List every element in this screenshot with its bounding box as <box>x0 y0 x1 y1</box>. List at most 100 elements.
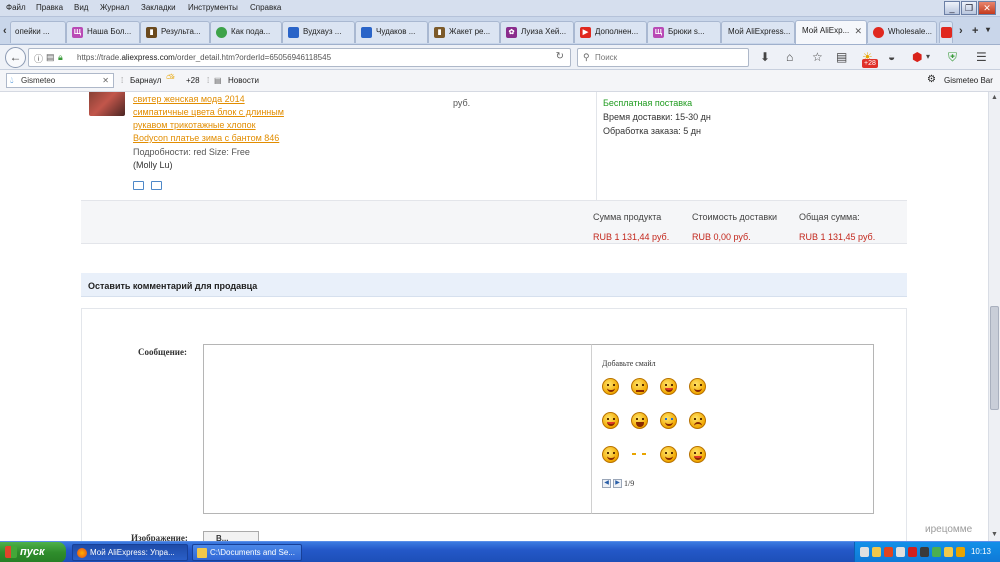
tray-icon[interactable] <box>932 547 941 557</box>
tab-scroll-left-icon[interactable]: ‹ <box>3 25 7 37</box>
tray-icon[interactable] <box>908 547 917 557</box>
tab-close-icon[interactable]: ✕ <box>854 21 862 41</box>
tray-icon[interactable] <box>872 547 881 557</box>
menu-help[interactable]: Справка <box>250 3 281 12</box>
adblock-icon[interactable]: ⬢ <box>912 50 922 64</box>
menu-file[interactable]: Файл <box>6 3 26 12</box>
product-thumbnail[interactable] <box>89 92 125 116</box>
separator-icon: ⁞ <box>207 76 210 85</box>
windows-taskbar: пуск Мой AliExpress: Упра... C:\Document… <box>0 541 1000 562</box>
tab-item[interactable]: ▮ Результа... <box>140 21 210 43</box>
minimize-icon[interactable]: _ <box>944 1 960 15</box>
tray-icon[interactable] <box>920 547 929 557</box>
message-icon[interactable] <box>151 181 162 190</box>
chevron-down-icon[interactable]: ▾ <box>926 50 930 64</box>
info-icon[interactable]: ⓘ <box>34 52 43 65</box>
reading-list-icon[interactable]: ▤ <box>836 50 847 64</box>
plugin-icon[interactable]: ▤ <box>46 52 55 63</box>
search-input[interactable] <box>595 51 745 64</box>
tab-item[interactable]: ▶ Дополнен... <box>574 21 647 43</box>
smiley-icon[interactable] <box>689 446 706 463</box>
gismeteo-toolbar: 💧︎ Gismeteo ✕ ⁞ Барнаул ⛅︎ +28 ⁞ ▤ Новос… <box>0 70 1000 92</box>
tab-item[interactable] <box>939 21 953 43</box>
menu-tools[interactable]: Инструменты <box>188 3 238 12</box>
smiley-icon[interactable] <box>631 446 648 463</box>
vertical-scrollbar[interactable]: ▲ ▼ <box>988 92 1000 541</box>
smiley-icon[interactable] <box>660 378 677 395</box>
new-tab-icon[interactable]: + <box>972 25 978 37</box>
tab-item[interactable]: ✿ Луиза Хей... <box>500 21 574 43</box>
hamburger-menu-icon[interactable]: ☰ <box>976 50 987 64</box>
tab-item[interactable]: Щ Наша Бол... <box>66 21 140 43</box>
smiley-icon[interactable] <box>631 378 648 395</box>
tab-item[interactable]: Как пода... <box>210 21 282 43</box>
tray-icon[interactable] <box>944 547 953 557</box>
scroll-thumb[interactable] <box>990 306 999 410</box>
url-text[interactable]: https://trade.aliexpress.com/order_detai… <box>77 53 331 62</box>
scroll-down-icon[interactable]: ▼ <box>989 529 1000 541</box>
tab-item[interactable]: опейки ... <box>10 21 66 43</box>
scroll-up-icon[interactable]: ▲ <box>989 92 1000 104</box>
back-arrow-icon[interactable]: ← <box>5 47 26 68</box>
product-title-link[interactable]: симпатичные цвета блок с длинным <box>133 107 284 117</box>
menu-bookmarks[interactable]: Закладки <box>141 3 176 12</box>
page-content: свитер женская мода 2014 симпатичные цве… <box>0 92 988 541</box>
news-icon: ▤ <box>214 76 222 85</box>
menu-history[interactable]: Журнал <box>100 3 129 12</box>
tab-item[interactable]: Щ Брюки s... <box>647 21 721 43</box>
separator-icon: ⁞ <box>121 76 124 85</box>
gismeteo-bar-label[interactable]: Gismeteo Bar <box>944 76 993 85</box>
gismeteo-select[interactable]: 💧︎ Gismeteo ✕ <box>6 73 114 88</box>
product-title-link[interactable]: рукавом трикотажные хлопок <box>133 120 256 130</box>
smiley-icon[interactable] <box>689 412 706 429</box>
tab-label: Брюки s... <box>668 27 705 36</box>
tab-item[interactable]: ▮ Жакет ре... <box>428 21 500 43</box>
clear-icon[interactable]: ✕ <box>102 74 109 87</box>
gear-icon[interactable]: ⚙ <box>927 74 936 85</box>
tab-item[interactable]: Чудаков ... <box>355 21 428 43</box>
tray-icon[interactable] <box>860 547 869 557</box>
smiley-icon[interactable] <box>602 412 619 429</box>
smiley-icon[interactable] <box>660 412 677 429</box>
image-upload-button[interactable]: В... <box>203 531 259 541</box>
free-shipping-label: Бесплатная поставка <box>603 98 693 108</box>
start-button[interactable]: пуск <box>0 542 66 562</box>
search-bar[interactable]: ⚲ <box>577 48 749 67</box>
restore-icon[interactable]: ❐ <box>961 1 977 15</box>
pocket-icon[interactable]: ◒ <box>888 50 895 64</box>
tab-list-icon[interactable]: ▾ <box>986 25 990 34</box>
taskbar-explorer[interactable]: C:\Documents and Se... <box>192 544 302 561</box>
tab-item[interactable]: Вудхауз ... <box>282 21 355 43</box>
tab-item[interactable]: Wholesale... <box>867 21 937 43</box>
shield-icon[interactable]: ⛨ <box>948 50 957 64</box>
city-label[interactable]: Барнаул <box>130 76 161 85</box>
smiley-icon[interactable] <box>631 412 648 429</box>
tab-item-active[interactable]: Мой AliExp... ✕ <box>795 20 867 44</box>
home-icon[interactable]: ⌂ <box>786 50 793 64</box>
download-icon[interactable]: ⬇ <box>760 50 770 64</box>
url-bar[interactable]: ⓘ ▤ 🔒︎ https://trade.aliexpress.com/orde… <box>28 48 571 67</box>
menu-edit[interactable]: Правка <box>36 3 63 12</box>
news-link[interactable]: Новости <box>228 76 259 85</box>
snapshot-icon[interactable] <box>133 181 144 190</box>
prev-page-icon[interactable]: ◀ <box>602 479 611 488</box>
smiley-icon[interactable] <box>689 378 706 395</box>
smiley-icon[interactable] <box>660 446 677 463</box>
smiley-icon[interactable] <box>602 378 619 395</box>
product-title-link[interactable]: свитер женская мода 2014 <box>133 94 245 104</box>
smiley-icon[interactable] <box>602 446 619 463</box>
next-page-icon[interactable]: ▶ <box>613 479 622 488</box>
product-title-link[interactable]: Bodycon платье зима с бантом 846 <box>133 133 279 143</box>
tab-item[interactable]: Мой AliExpress... <box>721 21 795 43</box>
reload-icon[interactable]: ↻ <box>556 51 564 62</box>
menu-view[interactable]: Вид <box>74 3 88 12</box>
bookmark-star-icon[interactable]: ☆ <box>812 50 823 64</box>
tab-scroll-right-icon[interactable]: › <box>959 25 963 37</box>
tray-icon[interactable] <box>956 547 965 557</box>
taskbar-firefox[interactable]: Мой AliExpress: Упра... <box>72 544 188 561</box>
tray-icon[interactable] <box>884 547 893 557</box>
speaker-icon[interactable] <box>896 547 905 557</box>
close-window-icon[interactable]: ✕ <box>978 1 996 15</box>
total-label: Общая сумма: <box>799 212 860 222</box>
message-textarea[interactable] <box>203 344 592 514</box>
